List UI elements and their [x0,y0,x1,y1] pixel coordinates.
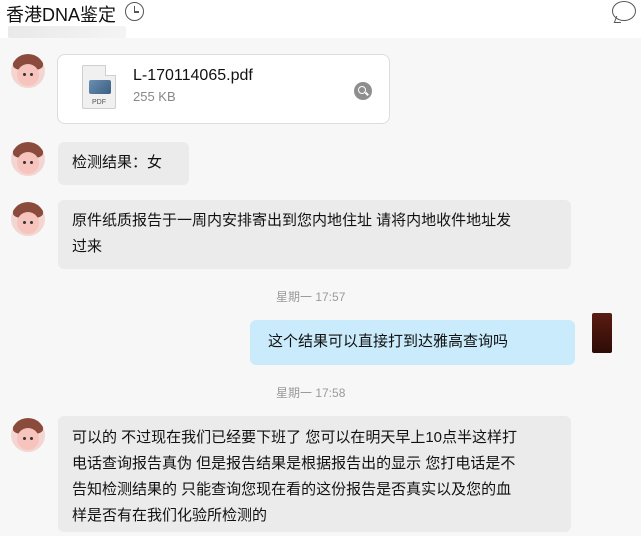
message-text-line: 样是否有在我们化验所检测的 [72,507,268,524]
message-text-line: 告知检测结果的 只能查询您现在看的这份报告是否真实以及您的血 [72,481,512,498]
chat-bubble-icon[interactable] [612,1,636,21]
contact-avatar[interactable] [11,418,45,452]
clock-icon[interactable] [125,2,144,21]
self-avatar[interactable] [592,313,612,353]
file-name: L-170114065.pdf [133,67,253,84]
message-bubble-incoming[interactable]: 可以的 不过现在我们已经要下班了 您可以在明天早上10点半这样打 电话查询报告真… [58,416,571,532]
blurred-subtitle [8,26,126,38]
message-timestamp: 星期一 17:58 [276,386,346,400]
chat-header: 香港DNA鉴定 [0,0,641,26]
contact-avatar[interactable] [11,202,45,236]
message-bubble-outgoing[interactable]: 这个结果可以直接打到达雅高查询吗 [250,320,575,365]
chat-title: 香港DNA鉴定 [6,5,117,25]
message-bubble-incoming[interactable]: 原件纸质报告于一周内安排寄出到您内地住址 请将内地收件地址发 过来 [58,200,571,269]
message-text-line: 可以的 不过现在我们已经要下班了 您可以在明天早上10点半这样打 [72,429,518,446]
search-icon[interactable] [354,82,372,100]
message-text: 检测结果：女 [72,154,163,171]
message-timestamp: 星期一 17:57 [276,290,346,304]
file-message-card[interactable]: PDF L-170114065.pdf 255 KB [57,54,390,124]
pdf-file-icon: PDF [82,65,116,109]
pdf-icon-label: PDF [92,99,106,106]
contact-avatar[interactable] [11,54,45,88]
message-text: 这个结果可以直接打到达雅高查询吗 [268,333,509,350]
message-text-line: 原件纸质报告于一周内安排寄出到您内地住址 请将内地收件地址发 [72,212,512,229]
contact-avatar[interactable] [11,142,45,176]
message-text-line: 电话查询报告真伪 但是报告结果是根据报告出的显示 您打电话是不 [72,455,516,472]
message-text-line: 过来 [72,238,103,255]
file-size: 255 KB [133,89,176,104]
message-bubble-incoming[interactable]: 检测结果：女 [58,142,189,185]
